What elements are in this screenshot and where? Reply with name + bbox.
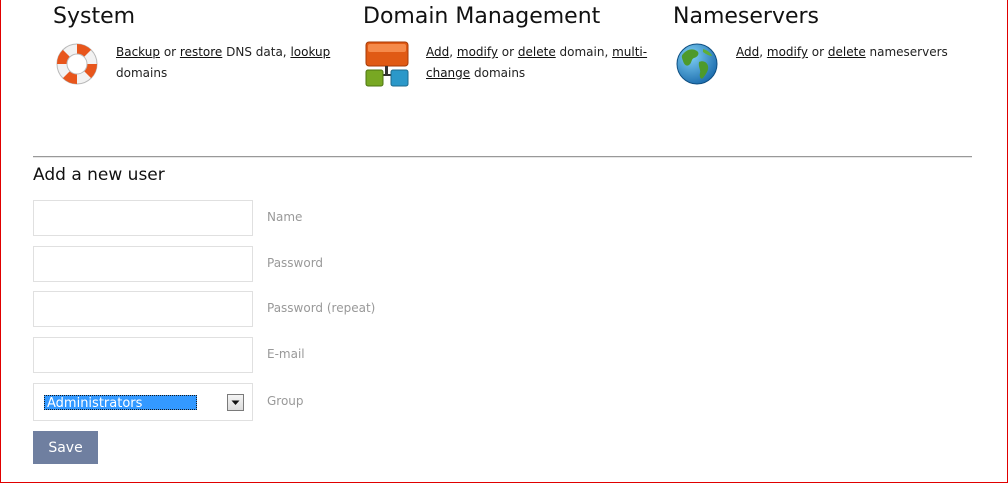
text-comma: , <box>449 45 457 59</box>
section-system: System Backup or restore DNS data, looku… <box>53 0 330 90</box>
text-nameservers: nameservers <box>865 45 948 59</box>
delete-domain-link[interactable]: delete <box>518 45 556 59</box>
network-tree-icon <box>365 41 409 87</box>
section-domain-management: Domain Management Add, modify or delete … <box>363 0 647 90</box>
lifebuoy-icon <box>56 43 98 85</box>
text-dns-data: DNS data, <box>222 45 291 59</box>
password-label: Password <box>267 256 324 270</box>
section-title-domain: Domain Management <box>363 4 601 29</box>
password-repeat-input[interactable] <box>33 291 253 327</box>
group-row: Administrators Group <box>33 383 433 421</box>
section-text-domain: Add, modify or delete domain, multi-chan… <box>426 42 651 84</box>
form-title: Add a new user <box>33 165 165 185</box>
text-or: or <box>807 45 828 59</box>
section-divider <box>33 156 972 158</box>
multi-change-link-cont[interactable]: change <box>426 66 470 80</box>
password-repeat-label: Password (repeat) <box>267 301 376 315</box>
save-button[interactable]: Save <box>33 431 98 464</box>
text-domains: domains <box>116 66 168 80</box>
text-domain: domain, <box>555 45 613 59</box>
name-label: Name <box>267 210 303 224</box>
text-domains: domains <box>470 66 526 80</box>
name-input[interactable] <box>33 200 253 236</box>
modify-nameserver-link[interactable]: modify <box>767 45 808 59</box>
dropdown-arrow-icon[interactable] <box>227 394 244 411</box>
section-title-system: System <box>53 4 136 29</box>
lookup-link[interactable]: lookup <box>290 45 330 59</box>
delete-nameserver-link[interactable]: delete <box>828 45 866 59</box>
email-label: E-mail <box>267 347 305 361</box>
backup-link[interactable]: Backup <box>116 45 160 59</box>
group-select[interactable]: Administrators <box>33 383 253 421</box>
modify-domain-link[interactable]: modify <box>457 45 498 59</box>
restore-link[interactable]: restore <box>180 45 222 59</box>
globe-icon <box>676 43 718 85</box>
email-row: E-mail <box>33 337 433 373</box>
email-input[interactable] <box>33 337 253 373</box>
password-input[interactable] <box>33 246 253 282</box>
password-row: Password <box>33 246 433 282</box>
text-comma: , <box>759 45 767 59</box>
text-or: or <box>497 45 518 59</box>
section-text-system: Backup or restore DNS data, lookup domain… <box>116 42 341 84</box>
section-nameservers: Nameservers Add, modify or delete namese… <box>673 0 948 90</box>
section-title-nameservers: Nameservers <box>673 4 820 29</box>
text-or: or <box>160 45 180 59</box>
group-label: Group <box>267 394 304 408</box>
multi-change-link[interactable]: multi- <box>612 45 647 59</box>
add-domain-link[interactable]: Add <box>426 45 449 59</box>
section-text-nameservers: Add, modify or delete nameservers <box>736 42 961 63</box>
password-repeat-row: Password (repeat) <box>33 291 433 327</box>
name-row: Name <box>33 200 433 236</box>
add-nameserver-link[interactable]: Add <box>736 45 759 59</box>
group-selected-value: Administrators <box>44 395 197 411</box>
